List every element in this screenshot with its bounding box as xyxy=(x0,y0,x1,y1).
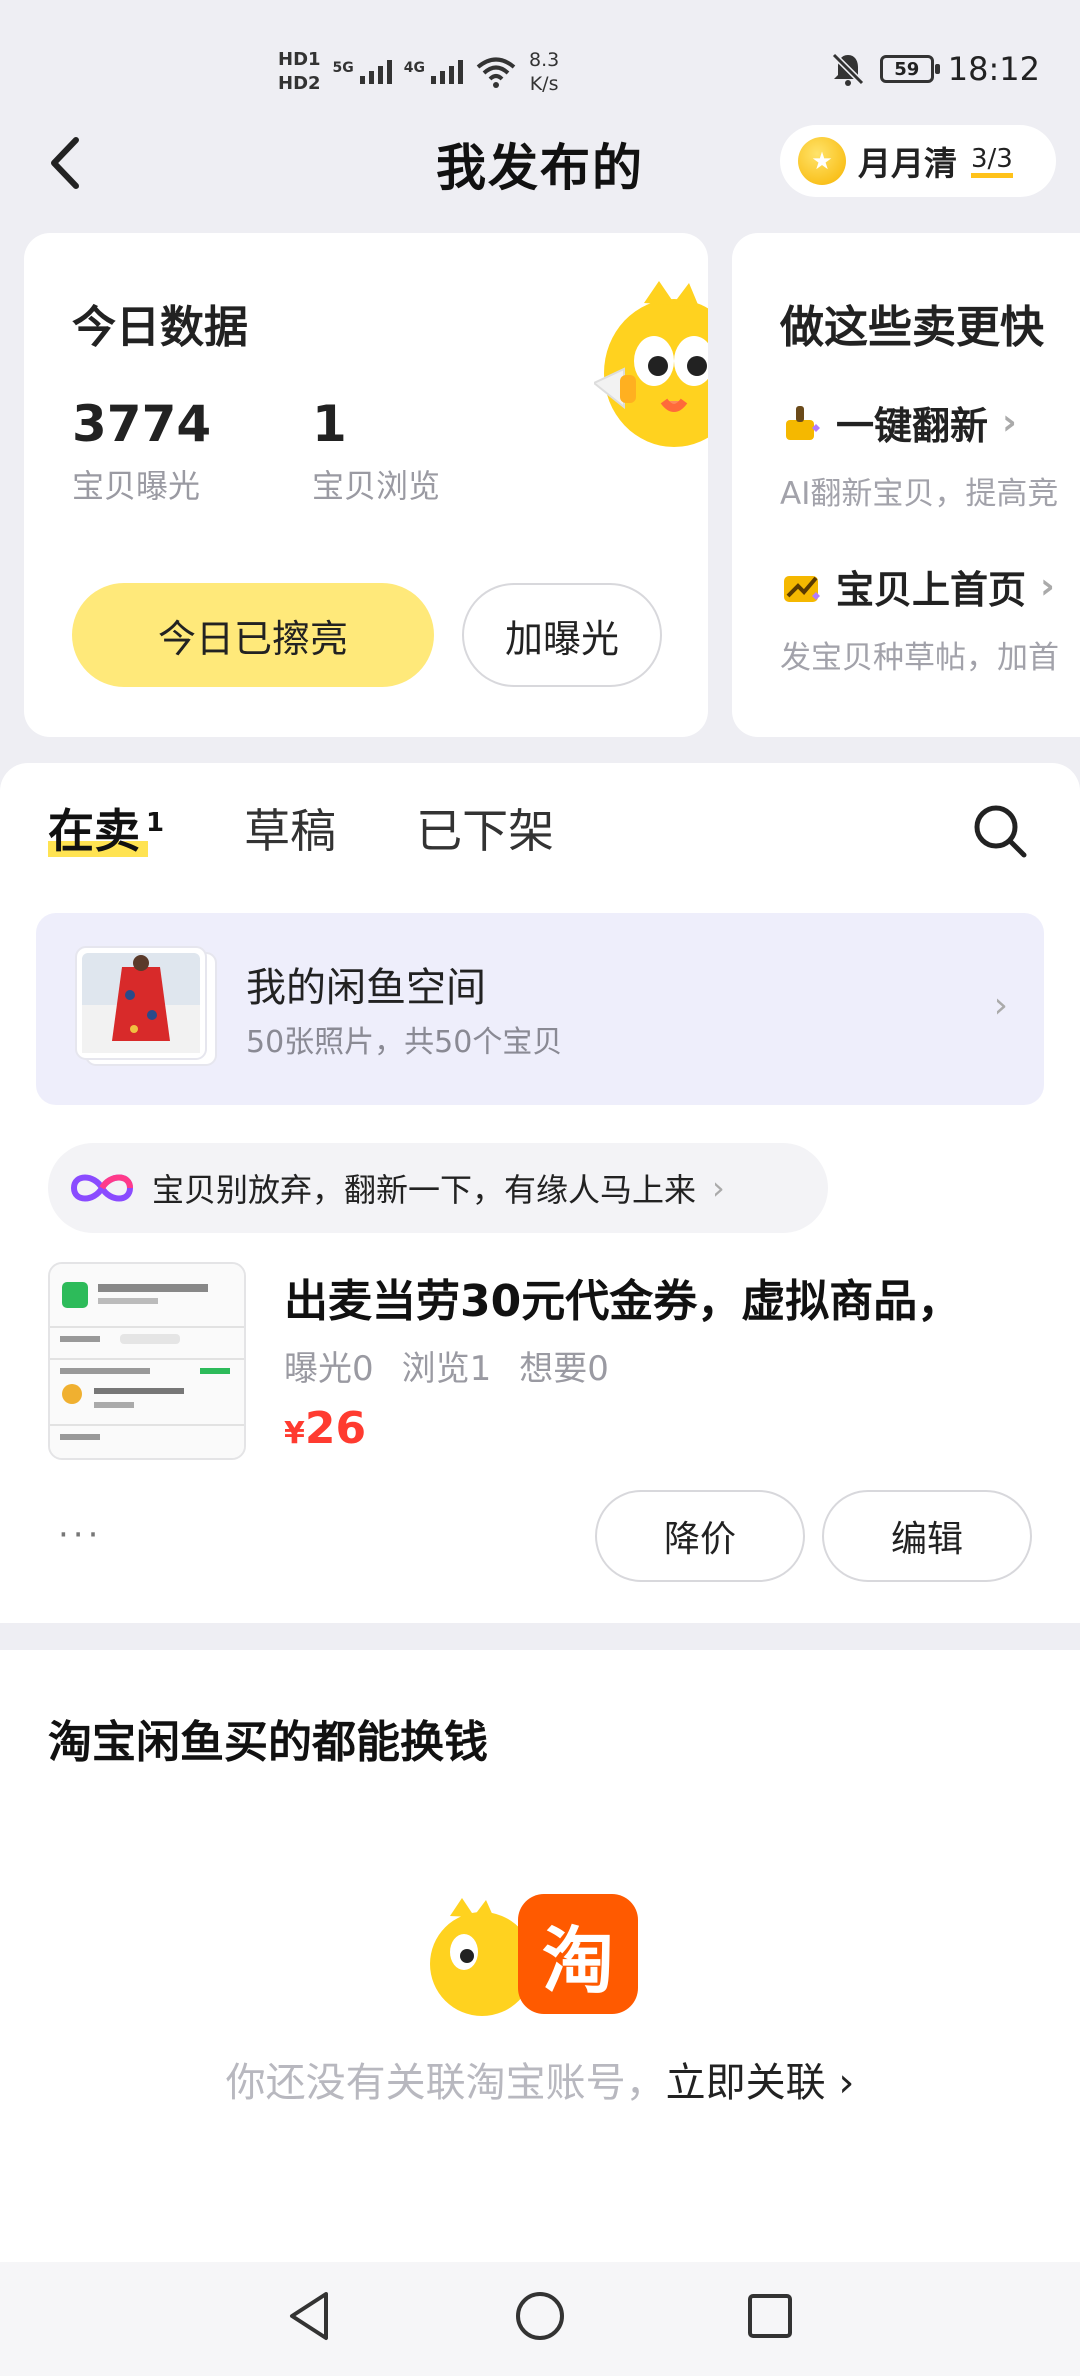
boost-exposure-button[interactable]: 加曝光 xyxy=(462,583,662,687)
item-stat-wants: 想要0 xyxy=(519,1349,609,1389)
today-data-title: 今日数据 xyxy=(72,302,248,353)
my-space-card[interactable]: 我的闲鱼空间 50张照片，共50个宝贝 › xyxy=(36,913,1044,1105)
chevron-right-icon: › xyxy=(825,2060,855,2106)
taobao-logo-char: 淘 xyxy=(541,1918,614,2003)
listings-panel: 在卖 1 草稿 已下架 我的闲鱼空间 50张照片，共50个宝贝 › 宝贝别放弃，翻… xyxy=(0,763,1080,1623)
item-stats: 曝光0 浏览1 想要0 xyxy=(284,1341,609,1390)
item-stat-views: 浏览1 xyxy=(401,1349,492,1389)
tip-refresh-title: 一键翻新 xyxy=(836,404,989,448)
chevron-right-icon: › xyxy=(1002,402,1017,443)
more-options-button[interactable]: ··· xyxy=(58,1515,102,1555)
chevron-right-icon: › xyxy=(993,985,1008,1026)
battery-icon: 59 xyxy=(879,55,940,83)
tab-on-sale-label: 在卖 xyxy=(48,804,140,858)
pill-count: 3/3 xyxy=(971,145,1013,178)
system-nav-bar xyxy=(0,2262,1080,2376)
my-space-subtitle: 50张照片，共50个宝贝 xyxy=(246,1025,563,1060)
item-stat-exposure: 曝光0 xyxy=(284,1349,374,1389)
photo-stack-image xyxy=(75,946,217,1066)
today-data-card: 今日数据 3774 宝贝曝光 1 宝贝浏览 今日已擦亮 加曝光 xyxy=(24,233,708,737)
listing-tabs: 在卖 1 草稿 已下架 xyxy=(48,795,554,861)
refresh-reminder-bar[interactable]: 宝贝别放弃，翻新一下，有缘人马上来 › xyxy=(48,1143,828,1233)
search-icon xyxy=(974,805,1027,858)
price-value: 26 xyxy=(304,1403,367,1454)
tab-delisted[interactable]: 已下架 xyxy=(416,795,554,861)
tab-drafts[interactable]: 草稿 xyxy=(244,795,336,861)
search-button[interactable] xyxy=(970,801,1030,861)
broom-icon xyxy=(786,405,820,440)
status-bar: HD1 HD2 5G 4G 8.3 K/s 59 18:12 xyxy=(0,0,1080,120)
nav-back-icon[interactable] xyxy=(280,2286,340,2346)
chevron-right-icon: › xyxy=(712,1169,725,1207)
taobao-section-title: 淘宝闲鱼买的都能换钱 xyxy=(48,1717,488,1768)
polished-today-button[interactable]: 今日已擦亮 xyxy=(72,583,434,687)
speed-unit: K/s xyxy=(529,73,559,95)
refresh-reminder-text: 宝贝别放弃，翻新一下，有缘人马上来 xyxy=(152,1171,697,1209)
stat-views: 1 宝贝浏览 xyxy=(312,395,440,507)
status-left: HD1 HD2 5G 4G 8.3 K/s xyxy=(278,42,559,102)
item-price: ¥26 xyxy=(284,1403,366,1454)
nav-recents-icon[interactable] xyxy=(740,2286,800,2346)
hd2-label: HD2 xyxy=(278,73,321,94)
monthly-clear-pill[interactable]: ★ 月月清 3/3 xyxy=(780,125,1056,197)
sell-faster-card: 做这些卖更快 一键翻新 › AI翻新宝贝，提高竞 宝贝上首页 › 发宝贝种草帖，… xyxy=(732,233,1080,737)
item-thumbnail[interactable] xyxy=(48,1262,246,1460)
link-now-button[interactable]: 立即关联 xyxy=(666,2060,826,2106)
taobao-logo: 淘 xyxy=(420,1890,640,2020)
tab-on-sale[interactable]: 在卖 1 xyxy=(48,795,164,861)
net2-label: 4G xyxy=(403,60,425,76)
taobao-link-section: 淘宝闲鱼买的都能换钱 淘 你还没有关联淘宝账号，立即关联 › xyxy=(0,1650,1080,2262)
speed-value: 8.3 xyxy=(529,49,560,71)
price-currency: ¥ xyxy=(284,1416,305,1451)
clock: 18:12 xyxy=(947,50,1040,88)
reduce-price-button[interactable]: 降价 xyxy=(595,1490,805,1582)
status-right: 59 18:12 xyxy=(830,50,1040,88)
signal-5g-icon: 5G xyxy=(333,60,392,84)
tip-item-homepage[interactable]: 宝贝上首页 › 发宝贝种草帖，加首 xyxy=(780,559,1059,677)
taobao-link-prompt: 你还没有关联淘宝账号，立即关联 › xyxy=(0,2050,1080,2108)
network-speed: 8.3 K/s xyxy=(529,48,559,96)
wifi-icon xyxy=(476,57,516,88)
stat-views-label: 宝贝浏览 xyxy=(312,467,441,505)
tip-homepage-desc: 发宝贝种草帖，加首 xyxy=(780,640,1059,676)
nav-home-icon[interactable] xyxy=(510,2286,570,2346)
chevron-right-icon: › xyxy=(1040,566,1055,607)
signal-4g-icon: 4G xyxy=(404,60,463,84)
stat-exposure-value: 3774 xyxy=(72,395,212,453)
stat-exposure-label: 宝贝曝光 xyxy=(72,467,201,505)
item-title[interactable]: 出麦当劳30元代金券，虚拟商品， xyxy=(284,1265,961,1329)
hd-indicator: HD1 HD2 xyxy=(278,48,321,96)
mute-bell-icon xyxy=(831,52,864,86)
money-bag-icon: ★ xyxy=(798,137,846,185)
tip-homepage-title: 宝贝上首页 xyxy=(836,568,1027,612)
tab-on-sale-badge: 1 xyxy=(146,807,165,838)
tip-item-refresh[interactable]: 一键翻新 › AI翻新宝贝，提高竞 xyxy=(780,395,1058,513)
edit-button[interactable]: 编辑 xyxy=(822,1490,1032,1582)
trend-up-icon xyxy=(784,575,820,602)
my-space-title: 我的闲鱼空间 xyxy=(246,965,486,1011)
stat-views-value: 1 xyxy=(312,395,347,453)
voucher-screenshot-image xyxy=(50,1264,244,1458)
hd1-label: HD1 xyxy=(278,49,321,70)
pill-label: 月月清 xyxy=(858,144,957,183)
infinity-refresh-icon xyxy=(70,1174,134,1202)
sell-faster-title: 做这些卖更快 xyxy=(780,302,1044,353)
fish-mascot-icon xyxy=(594,281,708,447)
stat-exposure: 3774 宝贝曝光 xyxy=(72,395,211,507)
taobao-prompt-text: 你还没有关联淘宝账号， xyxy=(225,2060,666,2106)
tip-refresh-desc: AI翻新宝贝，提高竞 xyxy=(780,476,1059,512)
net1-label: 5G xyxy=(332,60,354,76)
battery-level: 59 xyxy=(894,58,920,80)
